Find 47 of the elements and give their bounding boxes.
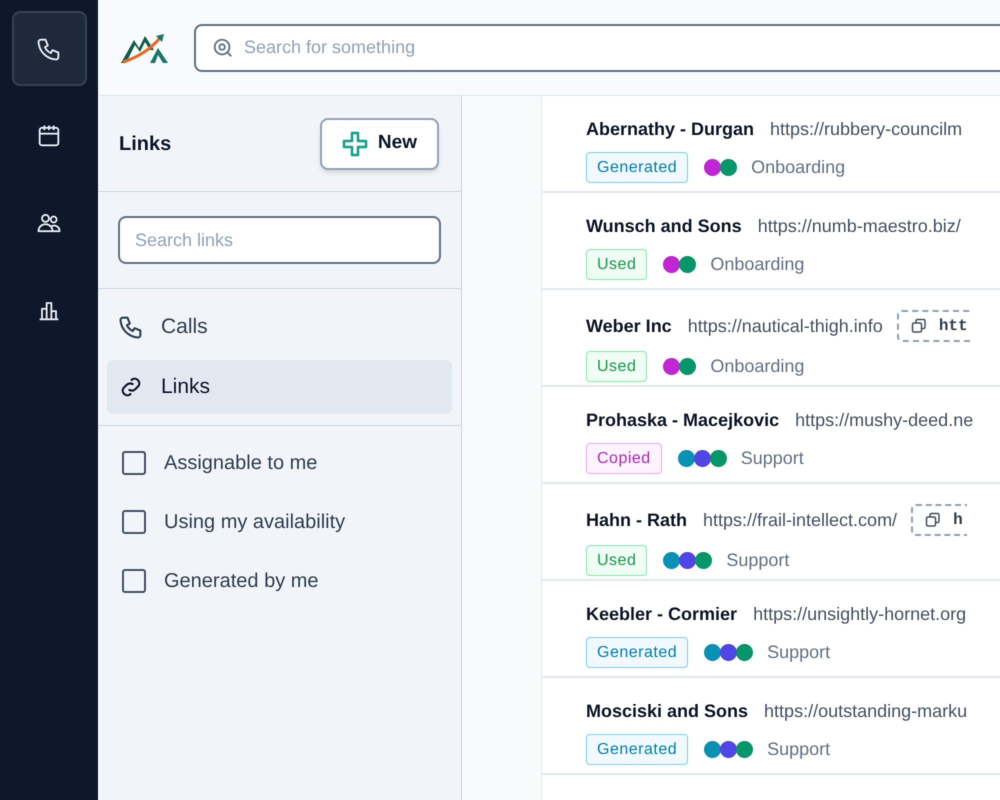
link-name: Prohaska - Macejkovic (586, 409, 780, 432)
link-url[interactable]: https://frail-intellect.com/ (703, 506, 898, 534)
team-name: Onboarding (751, 156, 846, 179)
link-name: Mosciski and Sons (586, 700, 748, 723)
link-url[interactable]: https://outstanding-marku (764, 698, 968, 725)
link-url[interactable]: https://numb-maestro.biz/ (758, 213, 961, 240)
checkbox[interactable] (122, 510, 146, 534)
plus-icon (342, 130, 368, 156)
copy-icon (910, 318, 927, 334)
team-name: Onboarding (710, 253, 804, 276)
status-badge: Generated (586, 152, 688, 183)
link-name: Wunsch and Sons (586, 215, 742, 238)
status-badge: Used (586, 249, 648, 280)
status-badge: Generated (586, 734, 688, 765)
status-badge: Used (586, 545, 648, 576)
link-name: Hahn - Rath (586, 508, 687, 532)
link-url[interactable]: https://nautical-thigh.info (688, 312, 883, 340)
link-name: Keebler - Cormier (586, 603, 738, 626)
team-name: Support (726, 549, 790, 572)
search-icon (212, 36, 234, 58)
status-badge: Generated (586, 637, 688, 668)
copy-url-button[interactable]: h (911, 504, 967, 536)
search-field[interactable]: Search for something (194, 24, 1000, 72)
team-name: Support (767, 738, 830, 761)
link-url[interactable]: https://rubbery-councilm (770, 116, 962, 143)
link-name: Weber Inc (586, 314, 672, 338)
link-url[interactable]: https://unsightly-hornet.org (753, 601, 966, 628)
team-name: Onboarding (710, 355, 804, 378)
team-name: Support (767, 641, 830, 664)
link-url[interactable]: https://mushy-deed.ne (795, 407, 974, 434)
status-badge: Used (586, 351, 648, 382)
filter-label: Generated by me (164, 569, 319, 594)
copy-icon (925, 512, 942, 528)
filter-label: Assignable to me (164, 451, 318, 476)
nav-item[interactable]: Calls (107, 300, 452, 354)
team-name: Support (740, 447, 804, 470)
status-badge: Copied (586, 443, 662, 474)
nav-item[interactable]: Links (107, 360, 452, 414)
copy-url-button[interactable]: htt (896, 310, 972, 342)
rail-nav-button[interactable] (12, 11, 86, 86)
checkbox[interactable] (122, 451, 146, 475)
new-button[interactable]: New (320, 118, 439, 170)
link-name: Abernathy - Durgan (586, 118, 754, 141)
checkbox[interactable] (122, 569, 146, 593)
search-links-field[interactable]: Search links (118, 216, 441, 264)
filter-label: Using my availability (164, 510, 346, 535)
panel-title: Links (119, 132, 172, 156)
